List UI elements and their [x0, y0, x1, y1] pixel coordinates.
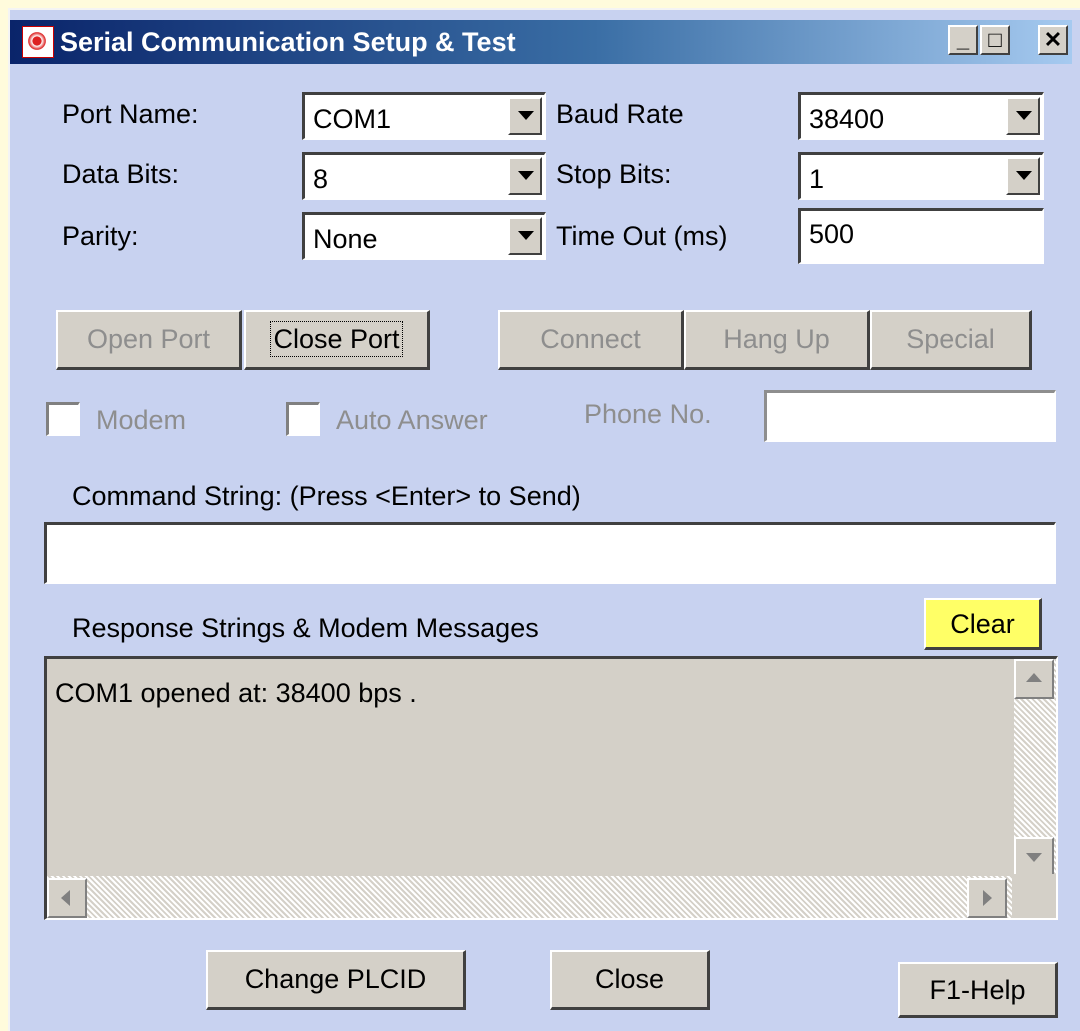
phone-number-label: Phone No.: [584, 399, 712, 429]
scroll-left-icon[interactable]: [47, 878, 87, 918]
scroll-down-icon[interactable]: [1014, 837, 1054, 877]
data-bits-value: 8: [313, 164, 329, 194]
scroll-up-icon[interactable]: [1014, 659, 1054, 699]
timeout-label: Time Out (ms): [556, 221, 728, 251]
stop-bits-value: 1: [809, 164, 825, 194]
close-port-label: Close Port: [270, 321, 403, 357]
response-text-area[interactable]: COM1 opened at: 38400 bps .: [44, 656, 1058, 920]
port-name-value: COM1: [313, 104, 392, 134]
command-string-input[interactable]: [44, 522, 1056, 584]
auto-answer-label: Auto Answer: [336, 405, 488, 435]
auto-answer-checkbox[interactable]: [286, 402, 320, 436]
port-name-label: Port Name:: [62, 99, 199, 129]
parity-select[interactable]: None: [302, 212, 546, 260]
baud-rate-value: 38400: [809, 104, 885, 134]
parity-value: None: [313, 224, 378, 254]
port-name-select[interactable]: COM1: [302, 92, 546, 140]
chevron-down-icon[interactable]: [508, 97, 542, 135]
help-button[interactable]: F1-Help: [898, 962, 1058, 1018]
chevron-down-icon[interactable]: [508, 157, 542, 195]
title-bar[interactable]: Serial Communication Setup & Test _ □ ✕: [10, 20, 1072, 64]
window-title: Serial Communication Setup & Test: [60, 27, 516, 57]
connect-button[interactable]: Connect: [498, 310, 684, 370]
modem-label: Modem: [96, 405, 187, 435]
clear-button[interactable]: Clear: [924, 598, 1042, 650]
open-port-button[interactable]: Open Port: [56, 310, 242, 370]
hang-up-button[interactable]: Hang Up: [684, 310, 870, 370]
special-button[interactable]: Special: [870, 310, 1032, 370]
chevron-down-icon[interactable]: [1006, 157, 1040, 195]
scroll-right-icon[interactable]: [967, 878, 1007, 918]
chevron-down-icon[interactable]: [508, 217, 542, 255]
maximize-button[interactable]: □: [980, 25, 1010, 55]
response-text: COM1 opened at: 38400 bps .: [55, 678, 417, 708]
baud-rate-select[interactable]: 38400: [798, 92, 1044, 140]
scrollbar-corner: [1012, 874, 1056, 918]
timeout-input[interactable]: 500: [798, 208, 1044, 264]
horizontal-scrollbar[interactable]: [47, 876, 1014, 918]
vertical-scrollbar[interactable]: [1014, 659, 1056, 877]
app-icon[interactable]: [22, 26, 54, 58]
command-string-label: Command String: (Press <Enter> to Send): [72, 481, 581, 511]
minimize-button[interactable]: _: [948, 25, 978, 55]
data-bits-select[interactable]: 8: [302, 152, 546, 200]
stop-bits-select[interactable]: 1: [798, 152, 1044, 200]
stop-bits-label: Stop Bits:: [556, 159, 672, 189]
close-window-button[interactable]: ✕: [1038, 25, 1068, 55]
data-bits-label: Data Bits:: [62, 159, 180, 189]
change-plcid-button[interactable]: Change PLCID: [206, 950, 466, 1010]
modem-checkbox[interactable]: [46, 402, 80, 436]
close-button[interactable]: Close: [550, 950, 710, 1010]
timeout-value: 500: [809, 219, 855, 249]
chevron-down-icon[interactable]: [1006, 97, 1040, 135]
phone-number-input[interactable]: [764, 390, 1056, 442]
parity-label: Parity:: [62, 221, 139, 251]
close-port-button[interactable]: Close Port: [244, 310, 430, 370]
baud-rate-label: Baud Rate: [556, 99, 684, 129]
response-label: Response Strings & Modem Messages: [72, 613, 539, 643]
